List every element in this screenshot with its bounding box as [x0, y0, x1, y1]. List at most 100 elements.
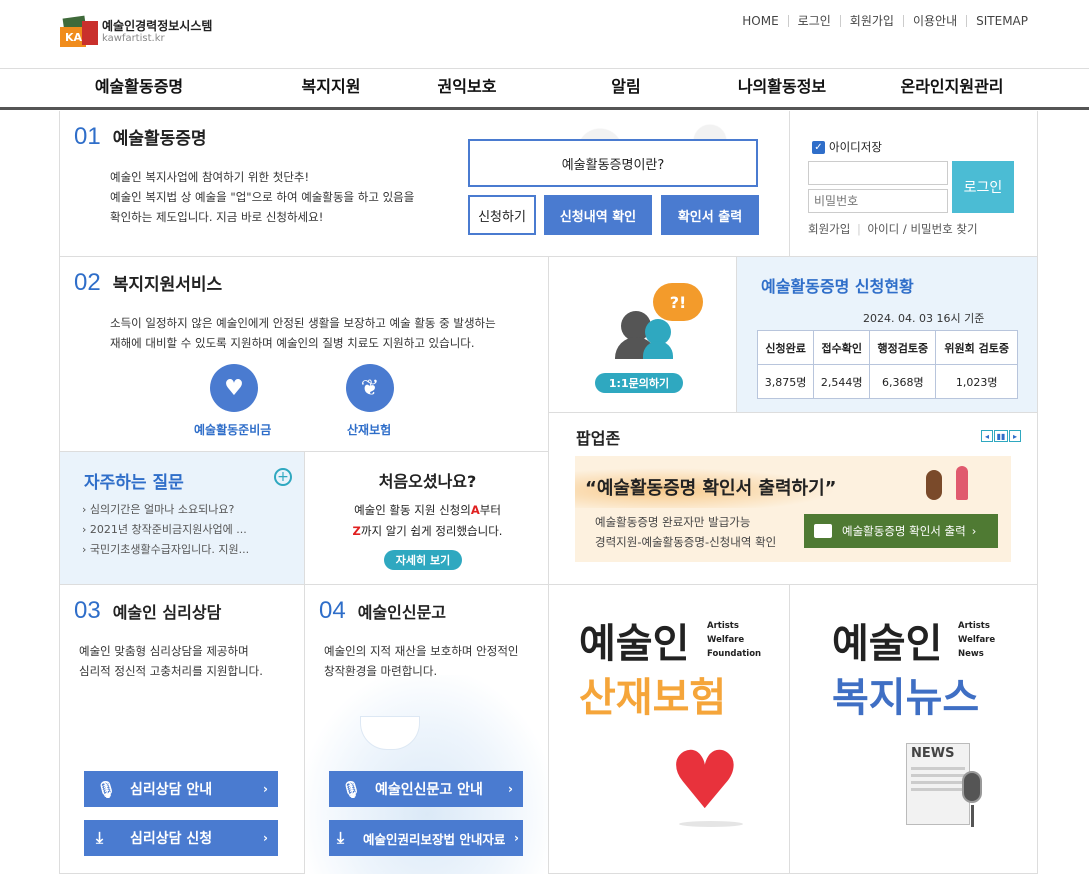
- logo-subtitle: kawfartist.kr: [102, 33, 165, 44]
- print-certificate-banner-button[interactable]: 예술활동증명 확인서 출력 ›: [804, 514, 998, 548]
- main-nav: 예술활동증명 복지지원 권익보호 알림 나의활동정보 온라인지원관리: [0, 68, 1089, 110]
- report-guide-button[interactable]: 🎙 예술인신문고 안내 ›: [329, 771, 523, 807]
- faq-title[interactable]: 자주하는 질문: [84, 468, 184, 493]
- microphone-icon: 🎙: [341, 779, 362, 799]
- nav-notice[interactable]: 알림: [550, 69, 702, 107]
- section-number: 04: [319, 597, 346, 624]
- save-id-checkbox[interactable]: ✓: [812, 140, 825, 154]
- status-value: 2,544명: [813, 364, 871, 399]
- banner-big-text: 예술인: [579, 622, 690, 666]
- banner-sub: Artists: [958, 621, 990, 631]
- leaf-icon[interactable]: ❦: [346, 364, 394, 412]
- next-icon[interactable]: ▸: [1009, 430, 1021, 442]
- section-art-activity-proof: 01 예술활동증명 예술인 복지사업에 참여하기 위한 첫단추! 예술인 복지법…: [59, 111, 800, 257]
- heart-hands-icon: ♥: [669, 734, 741, 827]
- desc-line: 창작환경을 마련합니다.: [324, 664, 438, 678]
- status-header: 행정검토중: [869, 330, 937, 365]
- nav-welfare[interactable]: 복지지원: [278, 69, 384, 107]
- desc-line: 확인하는 제도입니다. 지금 바로 신청하세요!: [110, 210, 324, 224]
- section-number: 01: [74, 123, 101, 150]
- download-icon: ⤓: [96, 828, 104, 847]
- status-value: 6,368명: [869, 364, 937, 399]
- newspaper-icon: NEWS: [906, 743, 970, 825]
- banner-title: “예술활동증명 확인서 출력하기”: [585, 478, 837, 499]
- section-title: 예술활동증명: [112, 129, 207, 149]
- print-certificate-button[interactable]: 확인서 출력: [661, 195, 759, 235]
- desc-line: 예술인 복지법 상 예술을 "업"으로 하여 예술활동을 하고 있음을: [110, 190, 415, 204]
- section-welfare-service: 02 복지지원서비스 소득이 일정하지 않은 예술인에게 안정된 생활을 보장하…: [59, 256, 549, 452]
- banner-line2: 경력지원-예술활동증명-신청내역 확인: [595, 535, 777, 549]
- first-visit-line2: Z까지 알기 쉽게 정리했습니다.: [352, 524, 503, 538]
- top-link-sitemap[interactable]: SITEMAP: [966, 15, 1037, 27]
- top-link-home[interactable]: HOME: [733, 15, 787, 27]
- nav-rights[interactable]: 권익보호: [384, 69, 550, 107]
- nav-online-support[interactable]: 온라인지원관리: [862, 69, 1042, 107]
- download-icon: ⤓: [337, 828, 345, 847]
- section-number: 02: [74, 269, 101, 296]
- what-is-proof-button[interactable]: 예술활동증명이란?: [468, 139, 758, 187]
- top-link-login[interactable]: 로그인: [787, 15, 840, 27]
- nav-my-activity[interactable]: 나의활동정보: [702, 69, 862, 107]
- banner-line1: 예술활동증명 완료자만 발급가능: [595, 515, 751, 529]
- top-link-guide[interactable]: 이용안내: [902, 15, 966, 27]
- rights-law-guide-button[interactable]: ⤓ 예술인권리보장법 안내자료 ›: [329, 820, 523, 856]
- desc-line: 소득이 일정하지 않은 예술인에게 안정된 생활을 보장하고 예술 활동 중 발…: [110, 316, 496, 330]
- inquiry-panel: ?! 1:1문의하기: [548, 256, 737, 413]
- printer-icon: [814, 524, 832, 538]
- industrial-insurance-link[interactable]: 산재보험: [347, 421, 391, 438]
- faq-panel: 자주하는 질문 + › 심의기간은 얼마나 소요되나요? › 2021년 창작준…: [59, 451, 305, 585]
- microphone-icon: [962, 771, 982, 803]
- first-visit-line1: 예술인 활동 지원 신청의A부터: [354, 503, 501, 517]
- apply-button[interactable]: 신청하기: [468, 195, 536, 235]
- banner-sub: Welfare: [958, 635, 996, 645]
- faq-item[interactable]: › 심의기간은 얼마나 소요되나요?: [82, 500, 249, 520]
- popup-banner[interactable]: “예술활동증명 확인서 출력하기” 예술활동증명 완료자만 발급가능 경력지원-…: [575, 456, 1011, 562]
- industrial-insurance-banner[interactable]: 예술인 Artists Welfare Foundation 산재보험 ♥: [548, 584, 790, 874]
- faq-item[interactable]: › 국민기초생활수급자입니다. 지원...: [82, 540, 249, 560]
- section-title: 복지지원서비스: [112, 275, 223, 295]
- top-utility-nav: HOME 로그인 회원가입 이용안내 SITEMAP: [733, 15, 1037, 27]
- password-input[interactable]: [808, 189, 948, 213]
- nav-art-activity[interactable]: 예술활동증명: [0, 69, 278, 107]
- banner-sub: Artists: [707, 621, 739, 631]
- popup-title: 팝업존: [576, 429, 621, 448]
- section-title: 예술인신문고: [357, 603, 447, 622]
- signup-link[interactable]: 회원가입: [808, 222, 850, 236]
- plus-icon[interactable]: +: [274, 468, 292, 486]
- logo-mark-icon: KA: [60, 15, 100, 49]
- banner-title: 산재보험: [579, 675, 727, 721]
- desc-line: 재해에 대비할 수 있도록 지원하며 예술인의 질병 치료도 지원하고 있습니다…: [110, 336, 475, 350]
- more-details-button[interactable]: 자세히 보기: [384, 550, 462, 570]
- status-value: 3,875명: [756, 364, 815, 399]
- section-report-center: 04 예술인신문고 예술인의 지적 재산을 보호하며 안정적인 창작환경을 마련…: [304, 584, 549, 874]
- musicians-icon: [920, 460, 976, 512]
- site-logo[interactable]: KA 예술인경력정보시스템 kawfartist.kr: [60, 15, 212, 49]
- login-button[interactable]: 로그인: [952, 161, 1014, 213]
- desc-line: 예술인의 지적 재산을 보호하며 안정적인: [324, 644, 519, 658]
- desc-line: 예술인 맞춤형 심리상담을 제공하며: [79, 644, 249, 658]
- welfare-news-banner[interactable]: 예술인 Artists Welfare News 복지뉴스 NEWS: [789, 584, 1038, 874]
- counseling-apply-button[interactable]: ⤓ 심리상담 신청 ›: [84, 820, 278, 856]
- heart-icon[interactable]: ♥: [210, 364, 258, 412]
- prev-icon[interactable]: ◂: [981, 430, 993, 442]
- login-panel: ✓ 아이디저장 로그인 회원가입 | 아이디 / 비밀번호 찾기: [789, 111, 1038, 257]
- banner-sub: Welfare: [707, 635, 745, 645]
- id-input[interactable]: [808, 161, 948, 185]
- mic-stand: [971, 805, 974, 827]
- check-history-button[interactable]: 신청내역 확인: [544, 195, 652, 235]
- find-account-link[interactable]: 아이디 / 비밀번호 찾기: [868, 222, 978, 236]
- counseling-guide-button[interactable]: 🎙 심리상담 안내 ›: [84, 771, 278, 807]
- banner-sub: Foundation: [707, 649, 762, 659]
- one-on-one-inquiry-button[interactable]: 1:1문의하기: [595, 373, 683, 393]
- prep-fund-link[interactable]: 예술활동준비금: [194, 421, 271, 438]
- application-status-panel: 예술활동증명 신청현황 2024. 04. 03 16시 기준 신청완료 접수확…: [736, 256, 1038, 413]
- banner-button-label: 예술활동증명 확인서 출력: [842, 524, 966, 538]
- top-link-signup[interactable]: 회원가입: [839, 15, 903, 27]
- banner-big-text: 예술인: [832, 622, 943, 666]
- faq-item[interactable]: › 2021년 창작준비금지원사업에 ...: [82, 520, 249, 540]
- status-header: 접수확인: [813, 330, 871, 365]
- status-table: 신청완료 접수확인 행정검토중 위원회 검토중 3,875명 2,544명 6,…: [756, 330, 1018, 399]
- banner-title: 복지뉴스: [832, 675, 980, 721]
- banner-sub: News: [958, 649, 984, 659]
- pause-icon[interactable]: ▮▮: [994, 430, 1008, 442]
